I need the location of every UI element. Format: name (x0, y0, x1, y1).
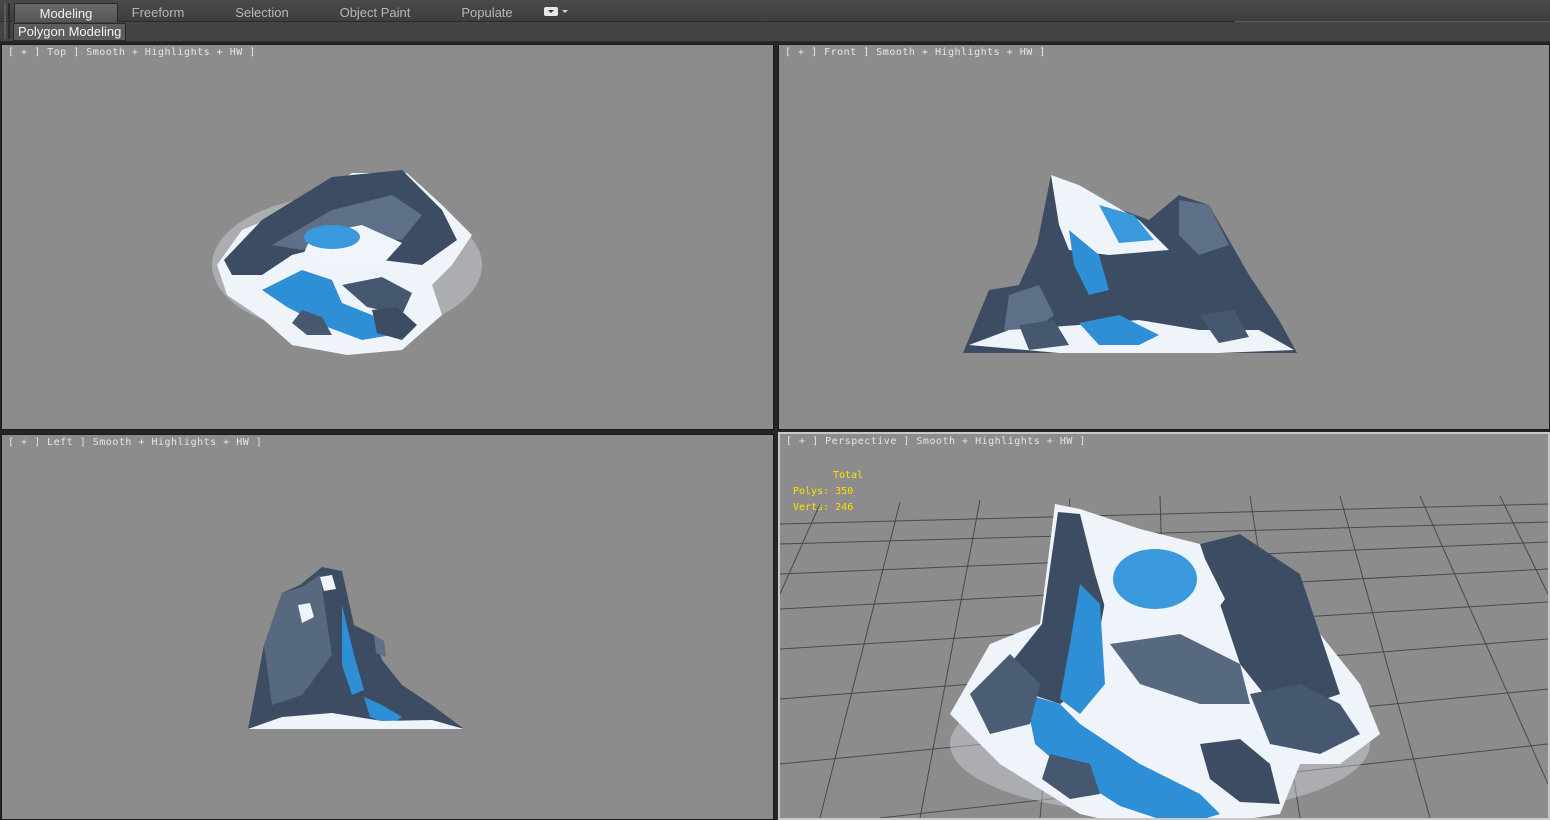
viewport-front[interactable]: [ + ] Front ] Smooth + Highlights + HW ] (778, 44, 1550, 430)
ribbon: Modeling Freeform Selection Object Paint… (0, 0, 1550, 42)
tab-populate[interactable]: Populate (452, 3, 522, 22)
rock-model-perspective (950, 504, 1380, 818)
ribbon-options-button[interactable] (544, 6, 570, 18)
viewport-top[interactable]: [ + ] Top ] Smooth + Highlights + HW ] (1, 44, 774, 430)
perspective-grid-scene (780, 495, 1548, 818)
tab-object-paint[interactable]: Object Paint (330, 3, 420, 22)
ribbon-tab-bar: Modeling Freeform Selection Object Paint… (0, 0, 1550, 39)
rock-model-front-view (963, 175, 1297, 353)
polygon-modeling-panel-button[interactable]: Polygon Modeling (13, 23, 127, 41)
ribbon-options-icon (544, 7, 558, 16)
ribbon-divider (1235, 0, 1550, 22)
viewport-perspective[interactable]: [ + ] Perspective ] Smooth + Highlights … (778, 432, 1550, 820)
ribbon-grip-handle[interactable] (4, 3, 10, 39)
rock-model-top-view (212, 170, 482, 355)
tab-modeling[interactable]: Modeling (14, 3, 118, 22)
viewport-area: [ + ] Top ] Smooth + Highlights + HW ] [… (0, 42, 1550, 820)
tab-selection[interactable]: Selection (222, 3, 302, 22)
chevron-down-icon (562, 10, 568, 13)
tab-freeform[interactable]: Freeform (122, 3, 194, 22)
rock-model-left-view (248, 567, 464, 729)
viewport-left[interactable]: [ + ] Left ] Smooth + Highlights + HW ] (1, 434, 774, 820)
